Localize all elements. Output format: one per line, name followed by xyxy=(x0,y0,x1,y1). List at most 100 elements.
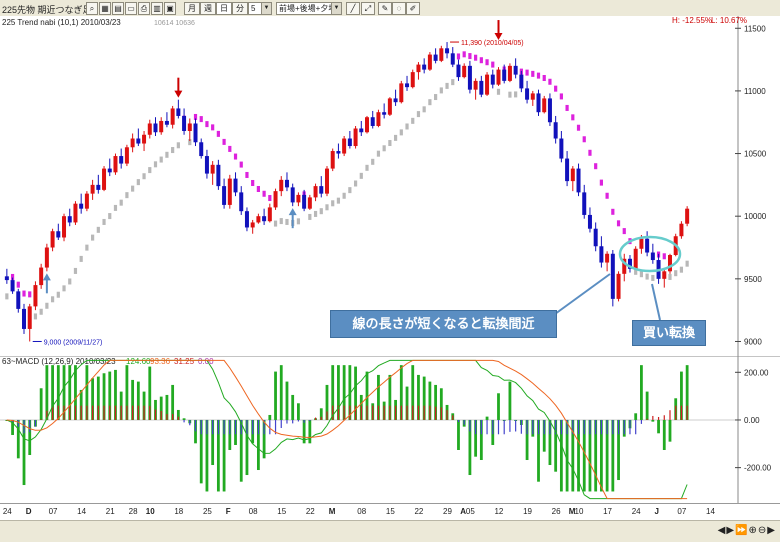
candle-body xyxy=(593,228,598,247)
oscillator-bar xyxy=(40,419,42,420)
trend-segment xyxy=(365,164,369,171)
trend-tool-icon[interactable]: ⤢ xyxy=(361,2,375,15)
trend-segment xyxy=(96,226,100,233)
candle-body xyxy=(599,246,604,263)
pen-icon[interactable]: ✐ xyxy=(406,2,420,15)
momentum-bar xyxy=(651,419,655,422)
trend-segment xyxy=(599,179,603,186)
print-icon[interactable]: ⎙ xyxy=(138,2,150,15)
zoom-in-icon[interactable]: ⊕ xyxy=(749,525,758,536)
line-tool-icon[interactable]: ╱ xyxy=(346,2,360,15)
price-chart[interactable]: 225 Trend nabi (10,1) 2010/03/23 10614 10… xyxy=(0,16,780,356)
draw-tool-icon[interactable]: ✎ xyxy=(378,2,392,15)
zoom-out-icon[interactable]: ⊖ xyxy=(758,525,767,536)
oscillator-bar xyxy=(577,419,580,435)
oscillator-bar xyxy=(435,406,437,420)
trend-segment xyxy=(285,218,289,225)
layout-icon[interactable]: ▥ xyxy=(151,2,163,15)
macd-tick-label: 200.00 xyxy=(744,368,769,377)
oscillator-bar xyxy=(526,419,528,435)
candle-body xyxy=(324,168,329,194)
oscillator-bar xyxy=(475,419,477,435)
candle-body xyxy=(136,138,141,144)
oscillator-bar xyxy=(686,405,688,420)
trend-segment xyxy=(5,293,9,300)
save-icon[interactable]: ▣ xyxy=(164,2,176,15)
date-tick-label: F xyxy=(225,507,231,516)
fit-icon[interactable]: ▶ xyxy=(767,525,776,536)
toolbar: 225先物 期近つなぎ足 ⌕ ▦ ▤ ▭ ⎙ ▥ ▣ 月 週 日 分 5 ▼ 前場… xyxy=(0,0,780,17)
oscillator-bar xyxy=(234,419,237,435)
date-tick-label: 24 xyxy=(2,507,12,516)
candle-body xyxy=(605,253,610,263)
oscillator-bar xyxy=(143,405,145,420)
scroll-end-icon[interactable]: ⏩ xyxy=(735,525,748,536)
period-day-button[interactable]: 日 xyxy=(216,2,232,15)
candle-body xyxy=(96,184,101,190)
price-tick-label: 9500 xyxy=(744,275,762,284)
candle-body xyxy=(50,231,55,248)
candle-body xyxy=(570,168,575,182)
date-tick-label: 10 xyxy=(574,507,584,516)
candle-body xyxy=(330,151,335,169)
oscillator-bar xyxy=(297,419,300,422)
candle-body xyxy=(645,238,650,253)
trend-segment xyxy=(474,54,478,61)
candle-body xyxy=(365,117,370,133)
oscillator-bar xyxy=(80,405,82,420)
candle-body xyxy=(142,134,147,144)
period-minute-button[interactable]: 分 xyxy=(232,2,248,15)
candle-body xyxy=(250,222,255,228)
macd-value: 0.00 xyxy=(198,357,214,366)
window-icon[interactable]: ▭ xyxy=(125,2,137,15)
range-high: H: -12.55% xyxy=(672,16,713,25)
table-icon[interactable]: ▤ xyxy=(112,2,124,15)
candle-body xyxy=(542,98,547,113)
period-week-button[interactable]: 週 xyxy=(200,2,216,15)
trend-segment xyxy=(491,61,495,68)
momentum-bar xyxy=(640,365,643,420)
oscillator-bar xyxy=(360,405,362,420)
trend-segment xyxy=(62,285,66,292)
oscillator-bar xyxy=(257,419,259,435)
grid-icon[interactable]: ▦ xyxy=(99,2,111,15)
oscillator-bar xyxy=(503,419,505,435)
candle-body xyxy=(90,184,95,194)
trend-segment xyxy=(393,134,398,141)
period-month-button[interactable]: 月 xyxy=(184,2,200,15)
trend-segment xyxy=(342,192,346,199)
minutes-value: 5 xyxy=(251,4,256,13)
zoom-icon[interactable]: ⌕ xyxy=(86,2,98,15)
candle-body xyxy=(582,192,587,215)
oscillator-bar xyxy=(354,405,357,420)
oscillator-bar xyxy=(217,419,219,435)
eraser-icon[interactable]: ◌ xyxy=(392,2,406,15)
momentum-bar xyxy=(457,419,460,450)
trend-segment xyxy=(548,78,552,85)
candle-body xyxy=(27,306,32,329)
minutes-select[interactable]: 5 ▼ xyxy=(248,2,272,15)
date-tick-label: 19 xyxy=(523,507,532,516)
candle-body xyxy=(525,88,530,100)
oscillator-bar xyxy=(349,405,351,420)
macd-chart[interactable]: 63~MACD (12,26,9) 2010/03/23 124.60 93.36 3… xyxy=(0,356,780,503)
trend-segment xyxy=(399,129,403,136)
candle-body xyxy=(153,123,158,133)
candle-body xyxy=(62,216,67,238)
date-tick-label: M xyxy=(328,507,336,516)
chevron-down-icon: ▼ xyxy=(261,3,271,14)
oscillator-bar xyxy=(492,419,494,435)
oscillator-bar xyxy=(103,405,105,420)
trend-segment xyxy=(605,192,609,199)
trend-segment xyxy=(622,228,626,235)
oscillator-bar xyxy=(314,417,317,420)
oscillator-bar xyxy=(383,405,385,420)
trend-segment xyxy=(33,313,38,320)
scroll-right-icon[interactable]: ▶ xyxy=(726,525,735,536)
trend-segment xyxy=(313,210,318,217)
trend-segment xyxy=(165,151,169,158)
oscillator-bar xyxy=(149,405,151,420)
trend-segment xyxy=(85,244,89,251)
session-select[interactable]: 前場+後場+夕場 ▼ xyxy=(276,2,342,15)
date-tick-label: 07 xyxy=(48,507,58,516)
